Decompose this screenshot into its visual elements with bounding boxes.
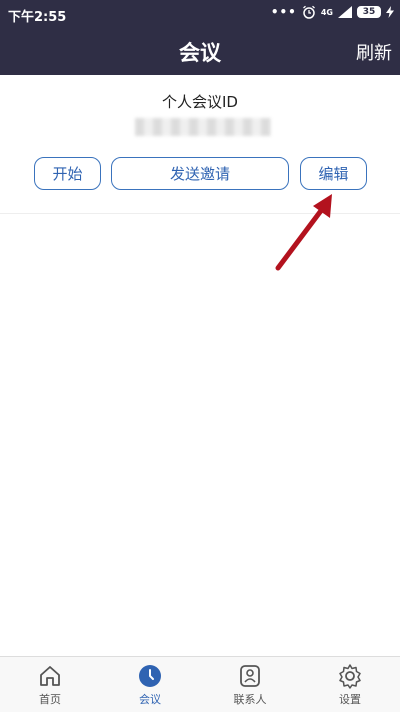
gear-icon [339,664,361,689]
send-invite-button[interactable]: 发送邀请 [111,157,289,190]
page-title: 会议 [179,41,221,65]
tab-contacts-label: 联系人 [233,693,267,706]
tab-home-label: 首页 [39,693,61,706]
pmi-value-blurred: •••••••••• [135,118,271,136]
battery-icon: 35 [357,6,381,18]
network-label: 4G [320,7,333,17]
nav-bar: 会议 刷新 [0,28,400,75]
start-button[interactable]: 开始 [34,157,101,190]
contact-icon [240,665,260,687]
signal-icon [338,6,352,18]
tab-meetings-label: 会议 [139,693,161,706]
top-header: 下午2:55 ••• 4G 35 会议 刷新 [0,0,400,75]
tab-settings-label: 设置 [339,693,361,706]
personal-meeting-panel: 个人会议ID •••••••••• 开始 发送邀请 编辑 [0,75,400,214]
tab-meetings[interactable]: 会议 [100,657,200,712]
pmi-label: 个人会议ID [162,93,238,111]
tab-contacts[interactable]: 联系人 [200,657,300,712]
status-bar: 下午2:55 ••• 4G 35 [0,0,400,28]
status-time: 下午2:55 [8,10,67,25]
bottom-tab-bar: 首页 会议 联系人 设置 [0,656,400,712]
charging-bolt-icon [386,6,394,18]
refresh-button[interactable]: 刷新 [356,39,392,65]
more-dots-icon: ••• [270,5,297,19]
status-icons: ••• 4G 35 [271,5,394,19]
tab-home[interactable]: 首页 [0,657,100,712]
home-icon [40,666,60,686]
tab-settings[interactable]: 设置 [300,657,400,712]
clock-icon [139,665,161,687]
edit-button[interactable]: 编辑 [300,157,367,190]
alarm-icon [302,5,315,19]
